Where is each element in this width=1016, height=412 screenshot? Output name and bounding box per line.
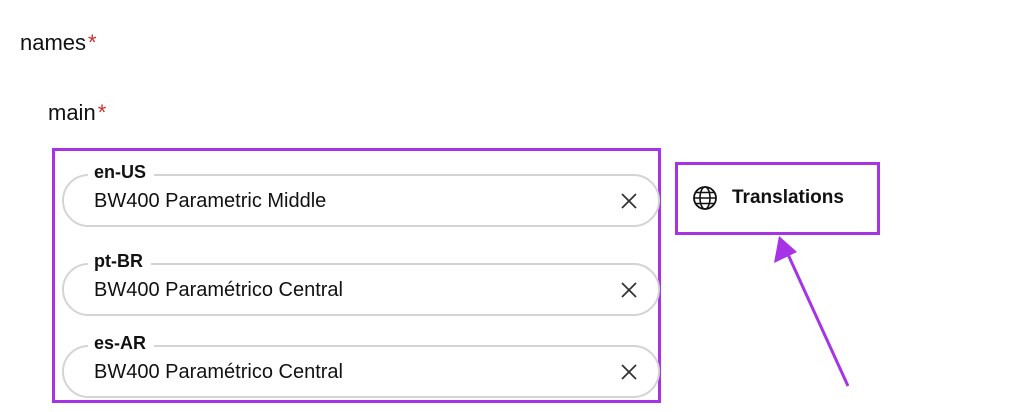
translations-label: Translations: [732, 187, 844, 208]
text-field-es-ar[interactable]: es-AR BW400 Paramétrico Central: [62, 332, 660, 398]
close-icon: [621, 193, 637, 209]
translations-button[interactable]: Translations: [692, 185, 844, 211]
field-label: es-AR: [88, 332, 155, 354]
text-field-pt-br[interactable]: pt-BR BW400 Paramétrico Central: [62, 250, 660, 316]
clear-button[interactable]: [618, 361, 640, 383]
close-icon: [621, 282, 637, 298]
required-marker: *: [97, 100, 107, 125]
field-value[interactable]: BW400 Parametric Middle: [94, 188, 326, 214]
main-label-text: main: [48, 100, 96, 125]
clear-button[interactable]: [618, 279, 640, 301]
field-label: en-US: [88, 161, 155, 183]
names-label-text: names: [20, 30, 87, 55]
field-value[interactable]: BW400 Paramétrico Central: [94, 277, 343, 303]
required-marker: *: [88, 30, 97, 55]
main-label: main *: [48, 100, 106, 126]
text-field-en-us[interactable]: en-US BW400 Parametric Middle: [62, 161, 660, 227]
annotation-highlight-translations: Translations: [675, 162, 880, 235]
close-icon: [621, 364, 637, 380]
names-label: names *: [20, 30, 97, 56]
clear-button[interactable]: [618, 190, 640, 212]
field-value[interactable]: BW400 Paramétrico Central: [94, 359, 343, 385]
globe-icon: [693, 186, 717, 210]
field-label: pt-BR: [88, 250, 151, 272]
